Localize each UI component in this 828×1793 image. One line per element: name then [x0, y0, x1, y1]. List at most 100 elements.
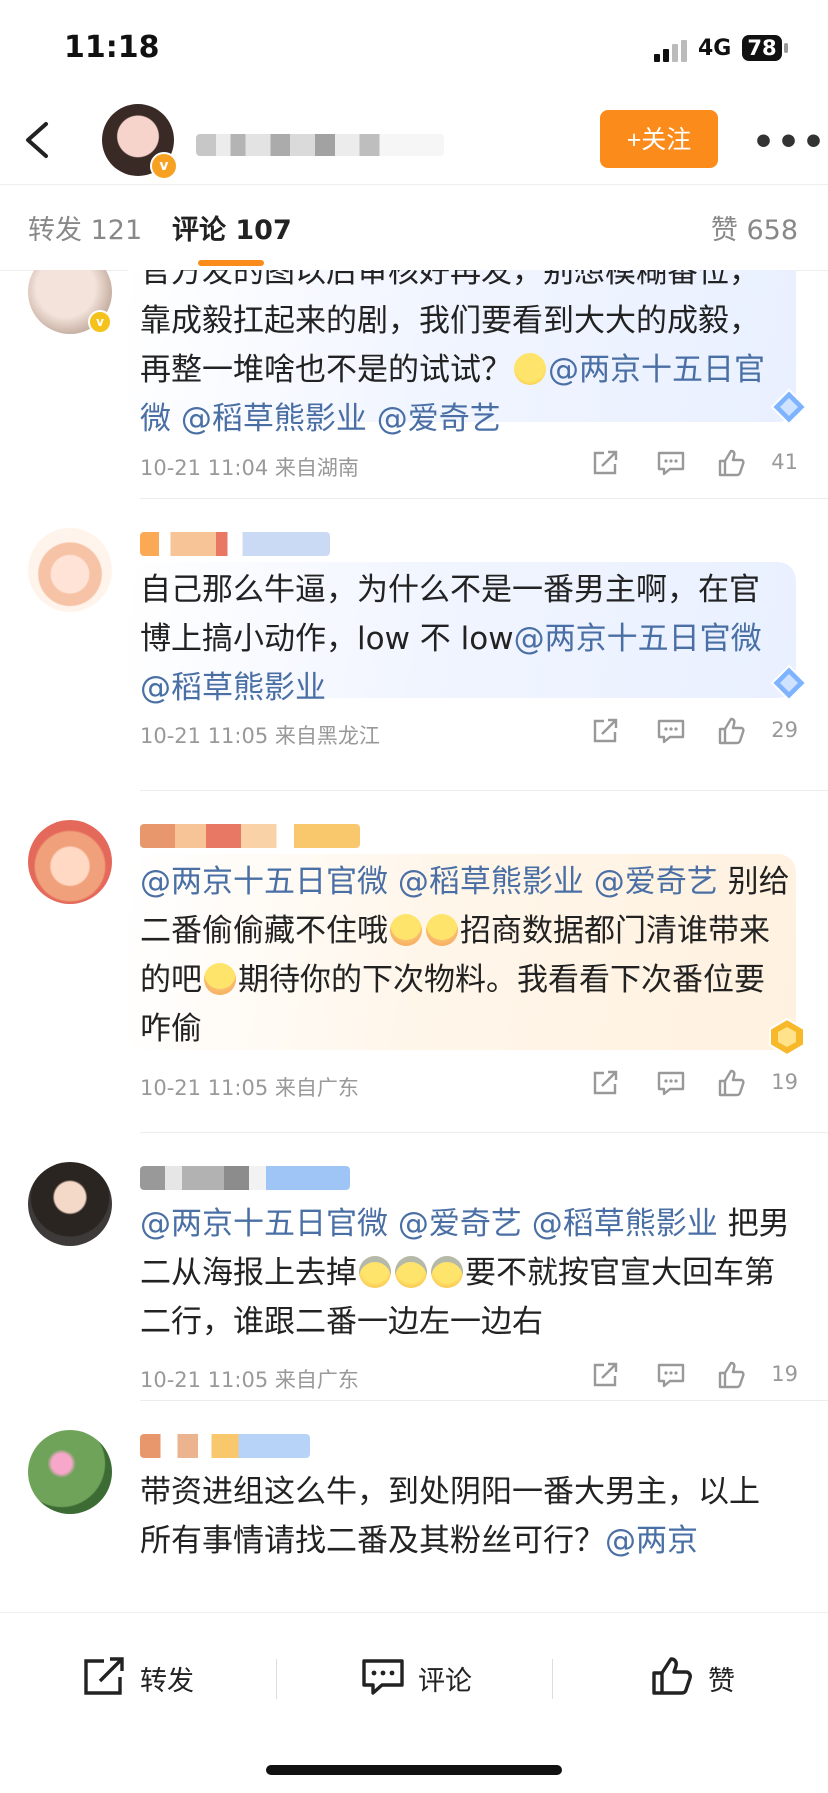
- repost-icon[interactable]: [590, 1360, 620, 1390]
- repost-icon[interactable]: [590, 448, 620, 478]
- repost-icon[interactable]: [590, 1068, 620, 1098]
- mention-link[interactable]: @稻草熊影业: [181, 401, 367, 437]
- reply-icon[interactable]: [656, 1068, 686, 1098]
- comment-text-segment: [584, 864, 594, 900]
- comment-text: @两京十五日官微 @稻草熊影业 @爱奇艺 别给二番偷偷藏不住哦 招商数据都门清谁带…: [140, 858, 790, 1054]
- mention-link[interactable]: @两京: [605, 1523, 698, 1559]
- comment-button[interactable]: 评论: [360, 1653, 480, 1699]
- like-count: 19: [771, 1362, 798, 1386]
- commenter-avatar[interactable]: [28, 528, 112, 612]
- comment-item: @两京十五日官微 @稻草熊影业 @爱奇艺 别给二番偷偷藏不住哦 招商数据都门清谁带…: [0, 790, 828, 1130]
- comment-text-segment: [171, 401, 181, 437]
- like-count: 19: [771, 1070, 798, 1094]
- comment-text: @两京十五日官微 @爱奇艺 @稻草熊影业 把男二从海报上去掉 要不就按官宣大回车第…: [140, 1200, 790, 1347]
- mention-link[interactable]: @两京十五日官微: [514, 621, 762, 657]
- comment-actions: 29: [590, 716, 798, 750]
- comment-text: 官方发的图以后审核好再发，别想模糊番位，靠成毅扛起来的剧，我们要看到大大的成毅，…: [140, 270, 790, 444]
- nav-bar: v +关注 •••: [0, 100, 828, 185]
- reply-icon[interactable]: [656, 716, 686, 746]
- comment-item: 带资进组这么牛，到处阴阳一番大男主，以上所有事情请找二番及其粉丝可行？@两京: [0, 1400, 828, 1612]
- battery-icon: 78: [742, 35, 782, 61]
- active-tab-indicator: [198, 260, 264, 266]
- like-icon: [652, 1657, 692, 1695]
- like-count: 29: [771, 718, 798, 742]
- comment-actions: 19: [590, 1360, 798, 1394]
- comment-text-segment: [388, 1206, 398, 1242]
- comment-item: @两京十五日官微 @爱奇艺 @稻草熊影业 把男二从海报上去掉 要不就按官宣大回车第…: [0, 1132, 828, 1398]
- like-count: 41: [771, 450, 798, 474]
- back-arrow-icon[interactable]: [22, 120, 52, 160]
- commenter-avatar[interactable]: [28, 820, 112, 904]
- repost-icon: [84, 1657, 124, 1695]
- tab-like[interactable]: 赞 658: [711, 208, 798, 247]
- comment-meta: 10-21 11:05 来自广东: [140, 1368, 359, 1392]
- mention-link[interactable]: @稻草熊影业: [532, 1206, 718, 1242]
- commenter-name-blurred[interactable]: [140, 532, 330, 556]
- like-label: 赞: [708, 1666, 735, 1697]
- divider: [276, 1659, 277, 1699]
- repost-button[interactable]: 转发: [82, 1653, 202, 1699]
- tab-bar: 转发 121 评论 107 赞 658: [0, 186, 828, 271]
- like-icon[interactable]: [716, 448, 746, 478]
- like-icon[interactable]: [716, 716, 746, 746]
- smile-emoji-icon: [514, 353, 546, 385]
- gold-badge-icon: [769, 1017, 805, 1057]
- home-indicator: [266, 1765, 562, 1775]
- network-type: 4G: [698, 36, 732, 61]
- tab-repost[interactable]: 转发 121: [28, 208, 142, 247]
- diamond-badge-icon: [770, 388, 808, 426]
- diamond-badge-icon: [770, 664, 808, 702]
- mention-link[interactable]: @两京十五日官微: [140, 1206, 388, 1242]
- scared-emoji-icon: [431, 1256, 463, 1288]
- commenter-name-blurred[interactable]: [140, 824, 360, 848]
- follow-button[interactable]: +关注: [600, 110, 718, 168]
- comment-text-segment: [367, 401, 377, 437]
- commenter-avatar[interactable]: [28, 1430, 112, 1514]
- comment-meta: 10-21 11:05 来自黑龙江: [140, 724, 380, 748]
- status-time: 11:18: [64, 30, 160, 65]
- comment-label: 评论: [418, 1666, 472, 1697]
- shy-emoji-icon: [390, 914, 422, 946]
- author-name-blurred[interactable]: [196, 134, 444, 156]
- mention-link[interactable]: @稻草熊影业: [398, 864, 584, 900]
- reply-icon[interactable]: [656, 1360, 686, 1390]
- commenter-avatar[interactable]: [28, 1162, 112, 1246]
- mention-link[interactable]: @稻草熊影业: [140, 670, 326, 706]
- comment-list[interactable]: v 官方发的图以后审核好再发，别想模糊番位，靠成毅扛起来的剧，我们要看到大大的成…: [0, 270, 828, 1612]
- comment-text: 自己那么牛逼，为什么不是一番男主啊，在官博上搞小动作，low 不 low@两京十…: [140, 566, 790, 713]
- commenter-name-blurred[interactable]: [140, 1166, 350, 1190]
- battery-tip: [784, 43, 788, 53]
- shy-emoji-icon: [426, 914, 458, 946]
- reply-icon[interactable]: [656, 448, 686, 478]
- bottom-action-bar: 转发 评论 赞: [0, 1612, 828, 1793]
- comment-meta: 10-21 11:05 来自广东: [140, 1076, 359, 1100]
- mention-link[interactable]: @爱奇艺: [377, 401, 501, 437]
- repost-icon[interactable]: [590, 716, 620, 746]
- status-bar: 11:18 4G 78: [0, 0, 828, 100]
- more-icon[interactable]: •••: [752, 122, 827, 163]
- comment-text-segment: [388, 864, 398, 900]
- commenter-name-blurred[interactable]: [140, 1434, 310, 1458]
- comment-actions: 41: [590, 448, 798, 482]
- comment-meta: 10-21 11:04 来自湖南: [140, 456, 359, 480]
- like-icon[interactable]: [716, 1068, 746, 1098]
- mention-link[interactable]: @爱奇艺: [398, 1206, 522, 1242]
- mention-link[interactable]: @两京十五日官微: [140, 864, 388, 900]
- comment-item: v 官方发的图以后审核好再发，别想模糊番位，靠成毅扛起来的剧，我们要看到大大的成…: [0, 270, 828, 498]
- like-icon[interactable]: [716, 1360, 746, 1390]
- comment-icon: [362, 1659, 404, 1695]
- signal-icon: [654, 40, 687, 62]
- verified-badge-icon: v: [150, 152, 178, 180]
- tab-comment[interactable]: 评论 107: [172, 208, 292, 247]
- comment-actions: 19: [590, 1068, 798, 1102]
- verified-badge-icon: v: [88, 310, 112, 334]
- comment-text: 带资进组这么牛，到处阴阳一番大男主，以上所有事情请找二番及其粉丝可行？@两京: [140, 1468, 790, 1566]
- scared-emoji-icon: [395, 1256, 427, 1288]
- like-button[interactable]: 赞: [650, 1653, 750, 1699]
- shy-emoji-icon: [204, 963, 236, 995]
- scared-emoji-icon: [359, 1256, 391, 1288]
- mention-link[interactable]: @爱奇艺: [594, 864, 718, 900]
- comment-text-segment: [522, 1206, 532, 1242]
- comment-item: 自己那么牛逼，为什么不是一番男主啊，在官博上搞小动作，low 不 low@两京十…: [0, 498, 828, 754]
- repost-label: 转发: [140, 1666, 194, 1697]
